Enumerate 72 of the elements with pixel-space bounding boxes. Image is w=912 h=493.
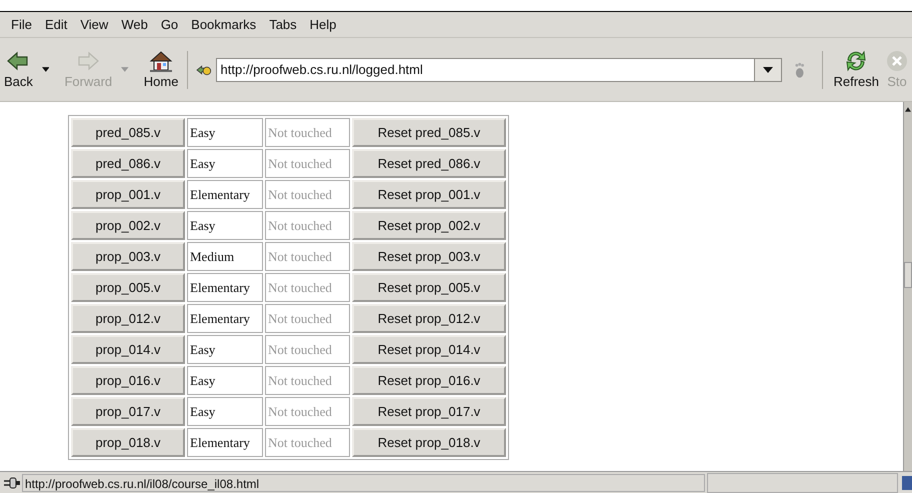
- scrollbar[interactable]: [903, 102, 912, 471]
- table-cell: Easy: [187, 397, 263, 426]
- dropdown-button[interactable]: [754, 58, 782, 82]
- reset-button[interactable]: Reset pred_085.v: [352, 118, 506, 147]
- footprint-icon[interactable]: [794, 60, 806, 78]
- status-text: http://proofweb.cs.ru.nl/il08/course_il08.html: [22, 474, 705, 492]
- reset-button[interactable]: Reset prop_018.v: [352, 428, 506, 457]
- table-cell: Easy: [187, 335, 263, 364]
- table-cell: Not touched: [265, 118, 350, 147]
- table-cell: Elementary: [187, 273, 263, 302]
- exercise-button[interactable]: prop_001.v: [71, 180, 185, 209]
- menu-item[interactable]: View: [74, 17, 116, 32]
- plug-icon: [4, 476, 20, 488]
- exercise-button[interactable]: pred_085.v: [71, 118, 185, 147]
- exercise-button[interactable]: prop_005.v: [71, 273, 185, 302]
- reset-button[interactable]: Reset pred_086.v: [352, 149, 506, 178]
- house-icon: [149, 50, 174, 72]
- table-cell: Elementary: [187, 304, 263, 333]
- table-cell: Easy: [187, 149, 263, 178]
- caret-icon[interactable]: [42, 67, 50, 72]
- security-icon: [902, 476, 912, 490]
- table-cell: Not touched: [265, 180, 350, 209]
- table-cell: Easy: [187, 366, 263, 395]
- table-cell: Elementary: [187, 428, 263, 457]
- table-cell: Not touched: [265, 366, 350, 395]
- exercise-button[interactable]: prop_016.v: [71, 366, 185, 395]
- exercise-button[interactable]: prop_003.v: [71, 242, 185, 271]
- table-cell: Not touched: [265, 428, 350, 457]
- refresh-icon: [844, 50, 868, 72]
- exercise-button[interactable]: prop_002.v: [71, 211, 185, 240]
- exercise-button[interactable]: prop_012.v: [71, 304, 185, 333]
- page-arrow-icon: [196, 64, 212, 76]
- table-cell: Not touched: [265, 335, 350, 364]
- scroll-thumb[interactable]: [904, 262, 912, 288]
- left-arrow-icon: [6, 50, 30, 72]
- menu-item[interactable]: File: [5, 17, 39, 32]
- reset-button[interactable]: Reset prop_014.v: [352, 335, 506, 364]
- menu-item[interactable]: Go: [154, 17, 186, 32]
- table-cell: Not touched: [265, 273, 350, 302]
- toolbar-button[interactable]: Refresh: [830, 50, 882, 89]
- exercise-button[interactable]: prop_018.v: [71, 428, 185, 457]
- table-cell: Not touched: [265, 397, 350, 426]
- table-cell: Easy: [187, 118, 263, 147]
- caret-icon: [763, 66, 774, 72]
- table-cell: Medium: [187, 242, 263, 271]
- exercise-button[interactable]: pred_086.v: [71, 149, 185, 178]
- menu-item[interactable]: Edit: [38, 17, 74, 32]
- reset-button[interactable]: Reset prop_017.v: [352, 397, 506, 426]
- right-arrow-icon: [76, 50, 100, 72]
- toolbar-button[interactable]: Home: [140, 50, 182, 89]
- menu-item[interactable]: Tabs: [263, 17, 304, 32]
- reset-button[interactable]: Reset prop_005.v: [352, 273, 506, 302]
- menu-item[interactable]: Bookmarks: [185, 17, 264, 32]
- table-cell: Not touched: [265, 149, 350, 178]
- exercise-button[interactable]: prop_014.v: [71, 335, 185, 364]
- table-cell: Elementary: [187, 180, 263, 209]
- table-cell: Easy: [187, 211, 263, 240]
- up-arrow-icon[interactable]: [905, 107, 911, 112]
- table-cell: Not touched: [265, 211, 350, 240]
- menu-item[interactable]: Help: [304, 17, 344, 32]
- reset-button[interactable]: Reset prop_003.v: [352, 242, 506, 271]
- table-cell: Not touched: [265, 304, 350, 333]
- reset-button[interactable]: Reset prop_012.v: [352, 304, 506, 333]
- menu-item[interactable]: Web: [115, 17, 155, 32]
- reset-button[interactable]: Reset prop_001.v: [352, 180, 506, 209]
- reset-button[interactable]: Reset prop_002.v: [352, 211, 506, 240]
- address-field[interactable]: http://proofweb.cs.ru.nl/logged.html: [216, 58, 754, 82]
- table-cell: Not touched: [265, 242, 350, 271]
- toolbar-button[interactable]: Back: [1, 50, 36, 89]
- reset-button[interactable]: Reset prop_016.v: [352, 366, 506, 395]
- close-icon: [885, 50, 910, 72]
- exercise-button[interactable]: prop_017.v: [71, 397, 185, 426]
